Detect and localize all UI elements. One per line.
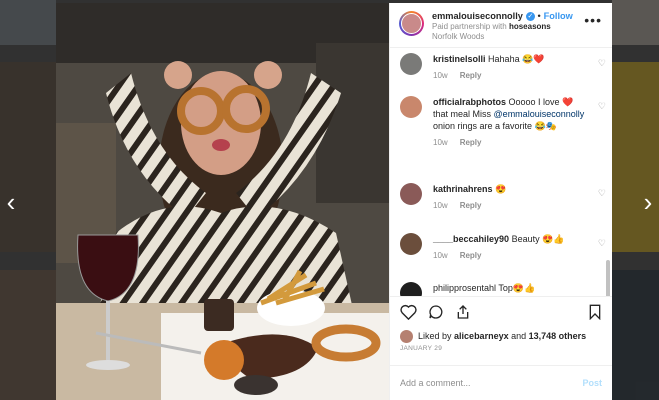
liker-avatar[interactable]: [400, 329, 413, 343]
comment-text: 😍: [495, 184, 507, 194]
commenter-username[interactable]: kathrinahrens: [433, 184, 493, 194]
comment-like-heart-icon[interactable]: ♡: [598, 58, 606, 69]
next-post-button[interactable]: ›: [637, 186, 659, 218]
comment-like-heart-icon[interactable]: ♡: [598, 188, 606, 199]
comment-text: Top😍👍: [498, 283, 536, 293]
location-link[interactable]: Norfolk Woods: [432, 32, 573, 42]
comment-item: kristinelsolli Hahaha 😂❤️ 10w Reply ♡: [400, 53, 606, 80]
commenter-avatar[interactable]: [400, 183, 422, 205]
paid-partnership-label: Paid partnership with: [432, 22, 507, 31]
comment-text: Hahaha 😂❤️: [488, 54, 545, 64]
comment-like-heart-icon[interactable]: ♡: [598, 101, 606, 112]
post-header-text: emmalouiseconnolly ✓ • Follow Paid partner…: [432, 11, 573, 42]
save-bookmark-icon[interactable]: [588, 304, 602, 320]
comment-like-heart-icon[interactable]: ♡: [598, 238, 606, 249]
comment-item: officialrabphotos Ooooo I love ❤️ that m…: [400, 96, 606, 147]
comments-list[interactable]: kristinelsolli Hahaha 😂❤️ 10w Reply ♡ off…: [390, 48, 612, 296]
post-date[interactable]: JANUARY 29: [390, 345, 612, 359]
reply-button[interactable]: Reply: [460, 201, 482, 210]
commenter-avatar[interactable]: [400, 282, 422, 296]
likes-summary: Liked by alicebarneyx and 13,748 others: [390, 327, 612, 345]
reply-button[interactable]: Reply: [460, 251, 482, 260]
scrollbar-thumb[interactable]: [606, 260, 610, 296]
post-comment-button[interactable]: Post: [582, 378, 602, 388]
reply-button[interactable]: Reply: [460, 71, 482, 80]
comment-item: philipprosentahl Top😍👍: [400, 282, 590, 296]
comment-age: 10w: [433, 201, 448, 210]
commenter-username[interactable]: kristinelsolli: [433, 54, 486, 64]
likes-count-link[interactable]: 13,748 others: [529, 331, 587, 341]
verified-badge-icon: ✓: [525, 12, 535, 22]
liker-username[interactable]: alicebarneyx: [454, 331, 509, 341]
add-comment-field[interactable]: Add a comment... Post: [390, 365, 612, 400]
comment-text: Beauty 😍👍: [511, 234, 565, 244]
author-avatar[interactable]: [399, 11, 424, 36]
comment-text: onion rings are a favorite 😂🎭: [433, 121, 557, 131]
post-photo[interactable]: [56, 3, 389, 400]
comment-item: ____beccahiley90 Beauty 😍👍 10w Reply ♡: [400, 233, 606, 260]
post-header: emmalouiseconnolly ✓ • Follow Paid partner…: [390, 3, 612, 48]
commenter-avatar[interactable]: [400, 53, 422, 75]
comment-age: 10w: [433, 251, 448, 260]
commenter-avatar[interactable]: [400, 233, 422, 255]
commenter-username[interactable]: philipprosentahl: [433, 283, 496, 293]
post-photo-illustration: [56, 3, 389, 400]
commenter-username[interactable]: officialrabphotos: [433, 97, 506, 107]
add-comment-placeholder: Add a comment...: [400, 378, 471, 388]
likes-prefix: Liked by: [418, 331, 452, 341]
comment-mention-link[interactable]: @emmalouiseconnolly: [494, 109, 585, 119]
likes-and: and: [511, 331, 527, 341]
post-modal: emmalouiseconnolly ✓ • Follow Paid partner…: [56, 3, 612, 400]
comment-bubble-icon[interactable]: [428, 304, 444, 320]
post-actions-bar: [390, 296, 612, 327]
reply-button[interactable]: Reply: [460, 138, 482, 147]
comment-age: 10w: [433, 71, 448, 80]
follow-button[interactable]: Follow: [544, 11, 573, 21]
more-options-icon[interactable]: •••: [584, 13, 602, 27]
comment-item: kathrinahrens 😍 10w Reply ♡: [400, 183, 606, 210]
share-upload-icon[interactable]: [455, 304, 471, 320]
sponsor-link[interactable]: hoseasons: [509, 22, 551, 31]
author-username[interactable]: emmalouiseconnolly: [432, 11, 523, 21]
previous-post-button[interactable]: ‹: [0, 186, 22, 218]
post-sidebar: emmalouiseconnolly ✓ • Follow Paid partner…: [389, 3, 612, 400]
commenter-username[interactable]: ____beccahiley90: [433, 234, 509, 244]
comment-age: 10w: [433, 138, 448, 147]
commenter-avatar[interactable]: [400, 96, 422, 118]
like-heart-icon[interactable]: [400, 304, 417, 320]
paid-partnership-line: Paid partnership with hoseasons: [432, 22, 573, 32]
